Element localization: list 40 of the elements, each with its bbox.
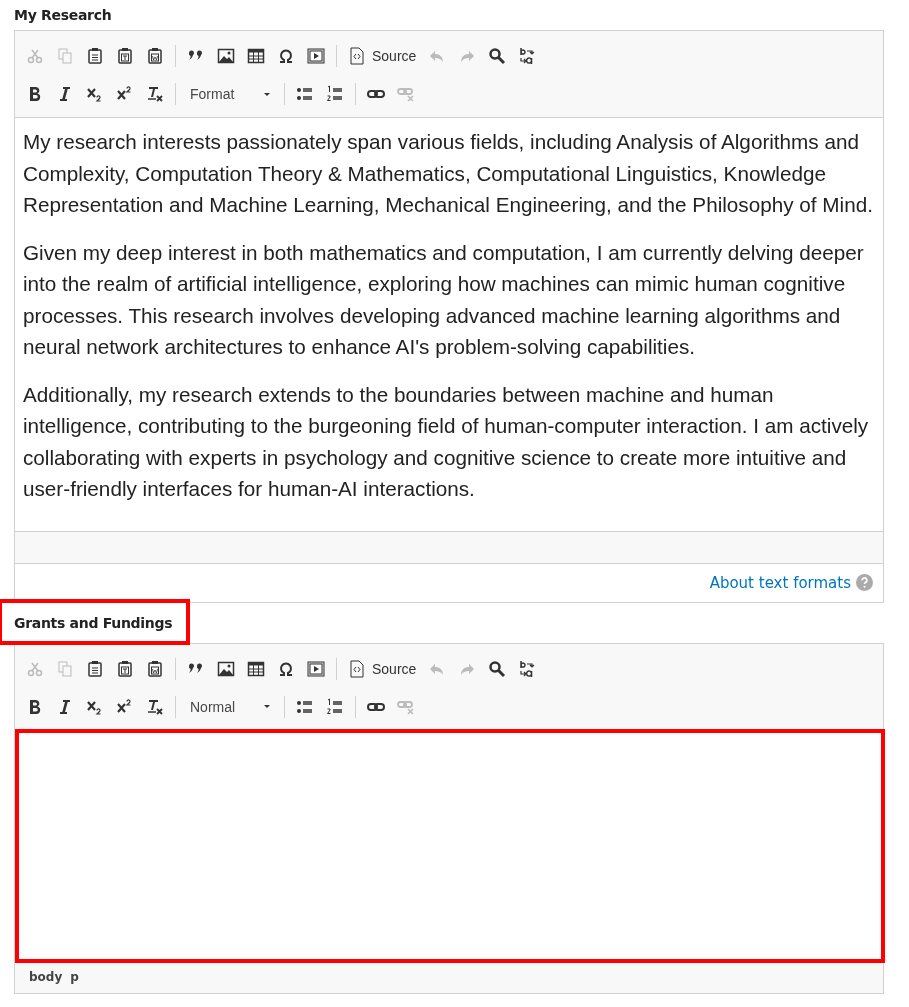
format-dropdown[interactable]: Format xyxy=(182,80,278,108)
clear-format-icon xyxy=(146,697,164,716)
paragraph: My research interests passionately span various fields, including Analysis of Algorithms and Complexity, Computation Theory & Mathematics, Computational Linguistics, Knowledge Representation and Machine Learning, Mechanical Engineering, and the Philosophy of Mind. xyxy=(23,129,874,218)
source-button[interactable]: Source xyxy=(343,654,422,683)
field-label: My Research xyxy=(14,7,112,23)
paragraph: Given my deep interest in both mathematics and computation, I am currently delving deeper into the realm of artificial intelligence, exploring how machines can mimic human cognitive processes. This research involves developing advanced machine learning algorithms and neural network architectures to enhance AI's problem-solving capabilities. xyxy=(23,239,865,360)
table-icon xyxy=(247,47,265,65)
source-icon xyxy=(348,47,366,65)
source-button[interactable]: Source xyxy=(343,42,422,70)
element-path-item[interactable]: body xyxy=(29,970,63,984)
copy-icon xyxy=(56,659,74,678)
unlink-icon xyxy=(397,85,415,103)
help-icon xyxy=(856,574,873,591)
paste-icon xyxy=(86,659,104,678)
image-icon xyxy=(217,659,235,678)
search-icon xyxy=(488,47,507,65)
paste-icon xyxy=(86,47,104,65)
numbered-list-icon xyxy=(326,697,344,716)
text-formats-link[interactable]: About text formats xyxy=(709,573,851,592)
paste-text-icon xyxy=(116,47,134,65)
image-icon xyxy=(217,47,235,65)
copy-icon xyxy=(56,47,74,65)
numbered-list-icon xyxy=(326,85,344,103)
media-icon xyxy=(307,659,325,678)
search-icon xyxy=(488,659,507,678)
paste-word-icon xyxy=(146,659,164,678)
replace-icon xyxy=(518,47,537,65)
omega-icon xyxy=(277,47,295,65)
paste-text-icon xyxy=(116,659,134,678)
format-dropdown[interactable]: Normal xyxy=(182,692,278,721)
element-path-item[interactable]: p xyxy=(70,970,79,984)
paragraph: Additionally, my research extends to the boundaries between machine and human intelligence, contributing to the burgeoning field of human-computer interaction. I am actively collaborating with experts in psychology and cognitive science to create more intuitive and user-friendly interfaces for human-AI interactions. xyxy=(23,381,870,502)
table-icon xyxy=(247,659,265,678)
paste-word-icon xyxy=(146,47,164,65)
replace-icon xyxy=(518,659,537,678)
cut-icon xyxy=(26,47,44,65)
clear-format-icon xyxy=(146,85,164,103)
source-icon xyxy=(348,659,366,678)
bulleted-list-icon xyxy=(296,85,314,103)
media-icon xyxy=(307,47,325,65)
